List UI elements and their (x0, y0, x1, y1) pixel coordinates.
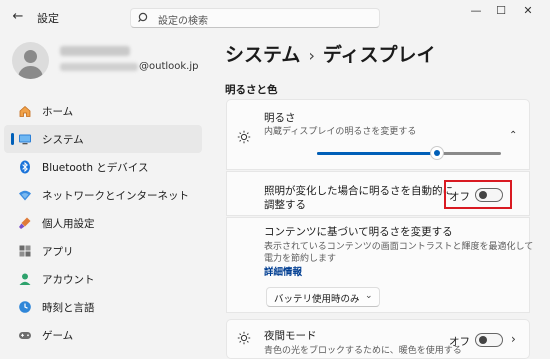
sidebar-item-personalization[interactable]: 個人用設定 (4, 209, 202, 237)
sun-icon (237, 331, 251, 345)
close-button[interactable]: ✕ (518, 3, 538, 19)
auto-brightness-label: 照明が変化した場合に明るさを自動的に (264, 185, 453, 197)
dropdown-value: バッテリ使用時のみ (274, 294, 360, 305)
user-name-redacted (60, 46, 130, 56)
bluetooth-icon (20, 160, 30, 174)
content-brightness-title: コンテンツに基づいて明るさを変更する (264, 226, 453, 238)
sidebar-item-network[interactable]: ネットワークとインターネット (4, 181, 202, 209)
sidebar-item-label: アカウント (42, 274, 95, 286)
person-icon (19, 273, 31, 285)
brightness-title: 明るさ (264, 112, 296, 124)
night-light-state: オフ (449, 336, 470, 348)
learn-more-link[interactable]: 詳細情報 (264, 264, 302, 278)
sidebar-item-label: ゲーム (42, 330, 74, 342)
sidebar-item-label: ホーム (42, 106, 74, 118)
sidebar-item-gaming[interactable]: ゲーム (4, 321, 202, 349)
sidebar-item-label: アプリ (42, 246, 74, 258)
sidebar-item-label: 時刻と言語 (42, 302, 95, 314)
apps-icon (19, 245, 31, 257)
sidebar-item-label: Bluetooth とデバイス (42, 162, 149, 174)
sidebar-item-label: システム (42, 134, 84, 146)
search-box[interactable]: 設定の検索 (130, 8, 380, 28)
home-icon (19, 105, 31, 117)
slider-fill (317, 152, 437, 155)
user-email-domain: @outlook.jp (139, 61, 199, 72)
night-light-subtitle: 青色の光をブロックするために、暖色を使用する (264, 346, 462, 356)
highlight-box (444, 180, 512, 209)
minimize-button[interactable]: — (466, 3, 486, 19)
sidebar-item-apps[interactable]: アプリ (4, 237, 202, 265)
chevron-right-icon[interactable]: › (511, 332, 516, 346)
brightness-subtitle: 内蔵ディスプレイの明るさを変更する (264, 127, 417, 137)
night-light-title: 夜間モード (264, 330, 317, 342)
search-icon (138, 12, 148, 23)
breadcrumb-current: ディスプレイ (322, 44, 436, 66)
auto-brightness-label-cont: 調整する (264, 199, 306, 211)
clock-globe-icon (19, 301, 31, 313)
sidebar-item-accounts[interactable]: アカウント (4, 265, 202, 293)
sidebar-item-bluetooth[interactable]: Bluetooth とデバイス (4, 153, 202, 181)
active-indicator (11, 133, 14, 145)
sidebar-item-system[interactable]: システム (4, 125, 202, 153)
sidebar-item-time-language[interactable]: 時刻と言語 (4, 293, 202, 321)
breadcrumb-separator: › (308, 46, 315, 65)
user-email-redacted (60, 63, 138, 71)
chevron-up-icon[interactable]: ⌃ (509, 130, 517, 141)
gamepad-icon (19, 332, 31, 339)
title-bar: ← 設定 設定の検索 — ☐ ✕ (0, 0, 550, 34)
search-placeholder: 設定の検索 (158, 16, 208, 27)
brightness-slider[interactable] (317, 146, 501, 160)
brush-icon (19, 217, 31, 229)
night-light-toggle[interactable] (475, 333, 503, 347)
sidebar-item-label: ネットワークとインターネット (42, 190, 189, 202)
sidebar-item-home[interactable]: ホーム (4, 97, 202, 125)
content-brightness-desc-cont: 電力を節約します (264, 254, 337, 264)
back-arrow-icon[interactable]: ← (9, 8, 27, 26)
avatar[interactable] (12, 42, 49, 79)
slider-thumb[interactable] (429, 146, 444, 160)
content-brightness-dropdown[interactable]: バッテリ使用時のみ ⌄ (266, 287, 380, 307)
page-title: システム › ディスプレイ (225, 40, 436, 67)
maximize-button[interactable]: ☐ (491, 3, 511, 19)
app-title: 設定 (37, 12, 59, 25)
wifi-icon (19, 190, 31, 201)
monitor-icon (19, 134, 31, 145)
chevron-down-icon: ⌄ (365, 291, 373, 301)
sidebar-nav: ホーム システム Bluetooth とデバイス ネットワークとインターネット … (0, 97, 206, 349)
sidebar-item-label: 個人用設定 (42, 218, 95, 230)
sun-icon (237, 130, 251, 144)
section-title: 明るさと色 (225, 84, 278, 96)
breadcrumb-parent[interactable]: システム (225, 44, 300, 66)
